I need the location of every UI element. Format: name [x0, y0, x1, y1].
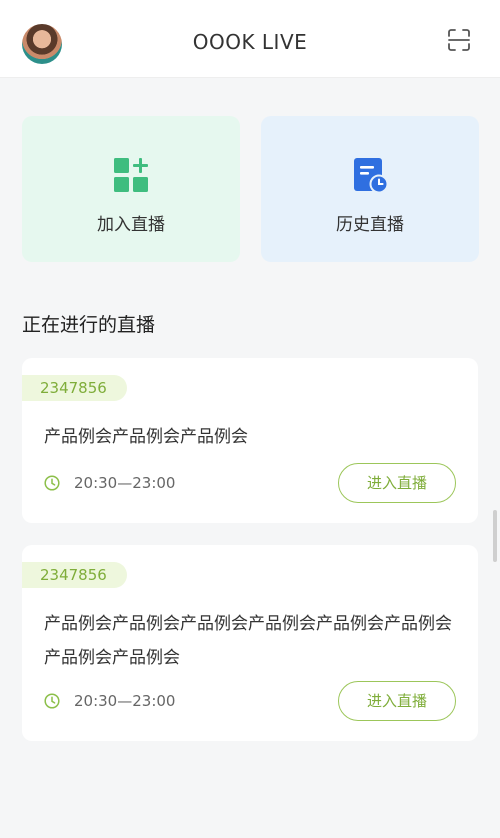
document-clock-icon	[354, 158, 389, 194]
live-title: 产品例会产品例会产品例会	[44, 427, 248, 447]
scan-icon[interactable]	[447, 28, 471, 52]
app-header: OOOK LIVE	[0, 0, 500, 78]
live-time: 20:30—23:00	[74, 692, 176, 710]
enter-live-button[interactable]: 进入直播	[338, 681, 456, 721]
time-row: 20:30—23:00	[44, 473, 175, 493]
room-id-badge: 2347856	[22, 375, 127, 401]
page-title: OOOK LIVE	[192, 30, 308, 54]
scrollbar[interactable]	[493, 510, 497, 562]
section-title: 正在进行的直播	[22, 314, 156, 336]
live-time: 20:30—23:00	[74, 474, 176, 492]
history-live-label: 历史直播	[336, 215, 404, 235]
room-id-badge: 2347856	[22, 562, 127, 588]
live-title: 产品例会产品例会产品例会产品例会产品例会产品例会产品例会产品例会	[44, 614, 452, 668]
grid-plus-icon	[114, 158, 148, 192]
clock-icon	[44, 693, 60, 709]
enter-live-button[interactable]: 进入直播	[338, 463, 456, 503]
clock-icon	[44, 475, 60, 491]
live-card: 2347856 产品例会产品例会产品例会产品例会产品例会产品例会产品例会产品例会…	[22, 545, 478, 741]
join-live-label: 加入直播	[97, 215, 165, 235]
history-live-button[interactable]: 历史直播	[261, 116, 479, 262]
join-live-button[interactable]: 加入直播	[22, 116, 240, 262]
time-row: 20:30—23:00	[44, 691, 175, 711]
live-card: 2347856 产品例会产品例会产品例会 20:30—23:00 进入直播	[22, 358, 478, 523]
